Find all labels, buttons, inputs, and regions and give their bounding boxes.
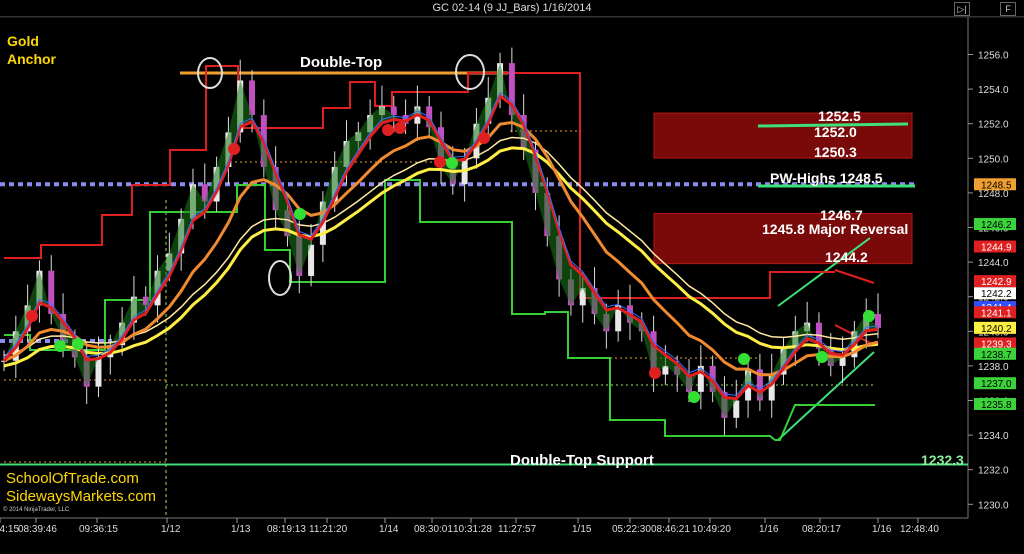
price-tag-label: 1246.2 [981,220,1012,231]
sell-dot [649,367,661,379]
y-tick-label: 1230.0 [978,500,1009,511]
site-link-2[interactable]: SidewaysMarkets.com [6,488,156,505]
buy-dot [688,391,700,403]
site-link-1[interactable]: SchoolOfTrade.com [6,470,139,487]
annotation-3: 1250.3 [814,144,857,160]
sell-dot [382,124,394,136]
buy-dot [294,208,306,220]
x-tick-label: 11:21:20 [309,524,348,535]
buy-dot [72,338,84,350]
x-tick-label: 08:39:46 [18,524,57,535]
x-tick-label: 05:22:30 [612,524,651,535]
price-tag-label: 1242.9 [981,277,1012,288]
instrument-label: Gold [7,33,39,49]
price-tag: 1235.8 [974,397,1016,411]
price-tag-label: 1237.0 [981,379,1012,390]
sell-dot [394,122,406,134]
y-tick-label: 1256.0 [978,51,1009,62]
annotation-4: PW-Highs 1248.5 [770,170,883,186]
x-tick-label: 1/16 [759,524,779,535]
annotation-1: 1252.5 [818,108,861,124]
low-circle [268,260,292,296]
y-tick-label: 1252.0 [978,120,1009,131]
y-tick-label: 1238.0 [978,362,1009,373]
y-tick-label: 1250.0 [978,154,1009,165]
buy-dot [738,353,750,365]
x-tick-label: 08:20:17 [802,524,841,535]
x-tick-label: 08:30:01 [414,524,453,535]
x-tick-label: 11:27:57 [498,524,537,535]
annotation-7: 1244.2 [825,249,868,265]
price-tag-label: 1244.9 [981,243,1012,254]
price-tag-label: 1248.5 [981,180,1012,191]
resistance-zones [653,112,913,265]
price-tag-label: 1238.7 [981,350,1012,361]
x-tick-label: 1/12 [161,524,181,535]
x-tick-label: 10:31:28 [453,524,492,535]
price-tag: 1244.9 [974,240,1016,254]
annotation-6: 1245.8 Major Reversal [762,221,908,237]
x-tick-label: 1/14 [379,524,399,535]
buy-dot [54,340,66,352]
x-tick-label: 1/16 [872,524,892,535]
copyright-text: © 2014 NinjaTrader, LLC [3,507,70,513]
buy-dot [446,157,458,169]
price-tags: 1248.51246.21244.91242.91242.21241.41241… [974,178,1016,411]
price-tag-label: 1240.2 [981,324,1012,335]
price-tag: 1242.9 [974,275,1016,288]
price-tag: 1237.0 [974,377,1016,390]
price-tag: 1246.2 [974,218,1016,231]
indicator-label: Anchor [7,51,56,67]
x-tick-label: 09:36:15 [79,524,118,535]
buy-dot [816,351,828,363]
annotation-9: 1232.3 [921,452,964,468]
x-tick-label: 12:48:40 [900,524,939,535]
sell-dot [434,156,446,168]
sell-dot [228,143,240,155]
x-tick-label: 08:46:21 [651,524,690,535]
x-tick-label: 1/15 [572,524,592,535]
y-tick-label: 1254.0 [978,85,1009,96]
price-chart[interactable]: Double-Top1252.51252.01250.3PW-Highs 124… [0,0,1024,554]
x-tick-label: 04:15 [0,524,19,535]
price-tag: 1241.1 [974,306,1016,319]
x-tick-label: 08:19:13 [267,524,306,535]
sell-dot [478,132,490,144]
price-tag: 1240.2 [974,321,1016,335]
annotation-2: 1252.0 [814,124,857,140]
sell-dot [26,310,38,322]
price-tag: 1242.2 [974,287,1016,300]
time-axis: 04:1508:39:4609:36:151/121/1308:19:1311:… [0,518,939,535]
price-tag-label: 1235.8 [981,400,1012,411]
price-tag: 1248.5 [974,178,1016,191]
y-tick-label: 1234.0 [978,431,1009,442]
price-tag-label: 1242.2 [981,289,1012,300]
annotation-0: Double-Top [300,54,382,71]
y-tick-label: 1232.0 [978,466,1009,477]
zone-0 [653,112,913,159]
channel-upper-red [834,269,875,284]
buy-dot [863,310,875,322]
x-tick-label: 10:49:20 [692,524,731,535]
annotation-8: Double-Top Support [510,452,654,469]
x-tick-label: 1/13 [231,524,251,535]
price-tag-label: 1241.1 [981,308,1012,319]
y-tick-label: 1244.0 [978,258,1009,269]
price-tag: 1238.7 [974,347,1016,361]
